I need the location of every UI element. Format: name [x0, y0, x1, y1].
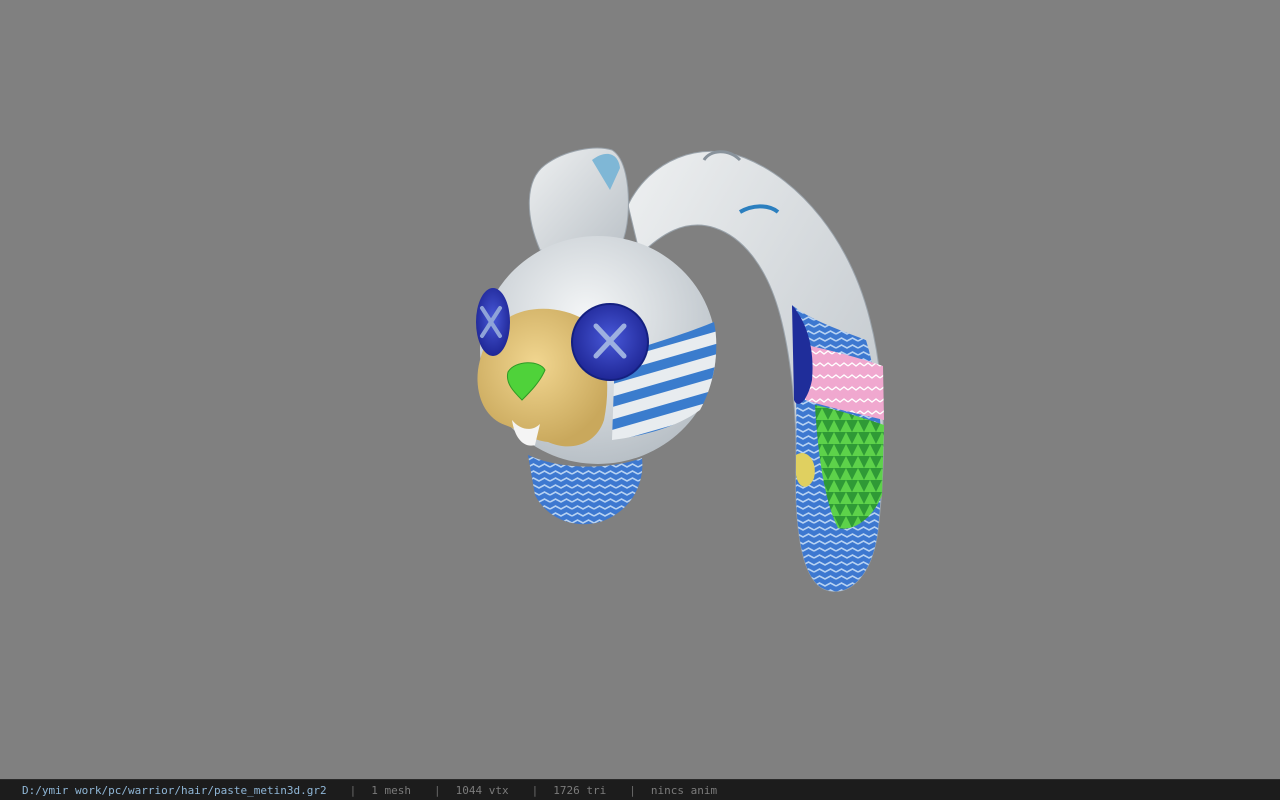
separator: |: [349, 783, 357, 797]
triangle-count: 1726 tri: [553, 783, 607, 797]
3d-viewport[interactable]: [0, 0, 1280, 779]
separator: |: [434, 783, 441, 797]
separator: |: [629, 783, 636, 797]
anim-status: nincs anim: [650, 783, 718, 797]
chin-patch: [528, 455, 643, 525]
bunny-hat-model: [476, 147, 884, 592]
vertex-count: 1044 vtx: [455, 783, 509, 797]
mesh-count: 1 mesh: [371, 783, 412, 797]
file-path: D:/ymir work/pc/warrior/hair/paste_metin…: [22, 783, 327, 797]
status-bar: D:/ymir work/pc/warrior/hair/paste_metin…: [0, 779, 1280, 800]
separator: |: [531, 783, 539, 797]
